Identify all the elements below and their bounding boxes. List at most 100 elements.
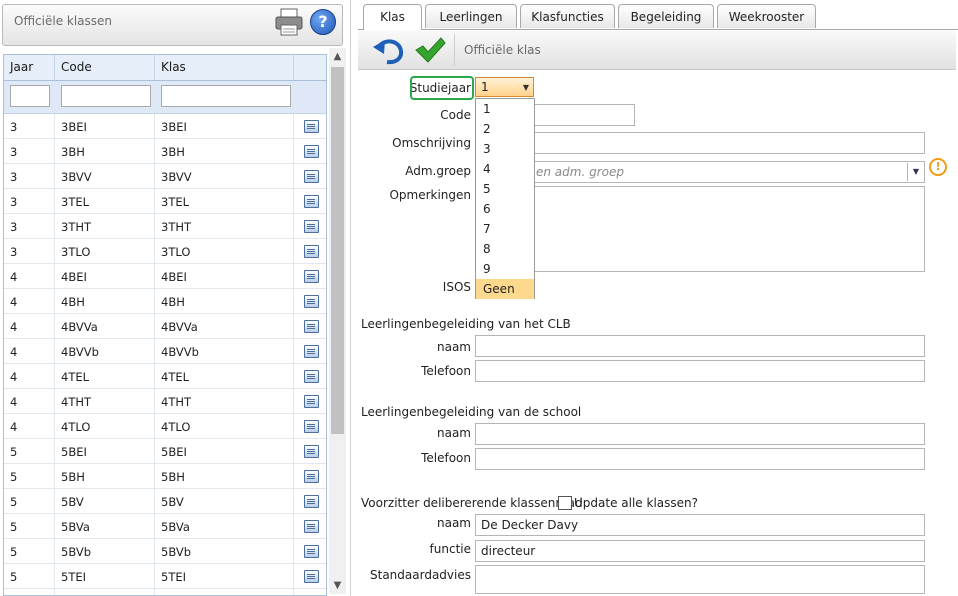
studiejaar-option[interactable]: 1 — [476, 99, 534, 119]
table-row[interactable]: 4 4BH 4BH — [4, 289, 326, 314]
clb-naam-input[interactable] — [475, 335, 925, 357]
scroll-down-icon[interactable]: ▼ — [329, 577, 346, 594]
table-row[interactable]: 3 3BVV 3BVV — [4, 164, 326, 189]
studiejaar-select[interactable]: 1 ▼ — [475, 77, 534, 97]
grid-header: Jaar Code Klas — [4, 55, 326, 81]
edit-icon[interactable] — [304, 545, 319, 558]
cell-code: 5BVb — [55, 539, 155, 563]
omschrijving-input[interactable] — [475, 132, 925, 154]
edit-icon[interactable] — [304, 520, 319, 533]
panel-divider[interactable] — [350, 0, 351, 596]
column-header-jaar[interactable]: Jaar — [4, 55, 55, 80]
table-row[interactable]: 4 4TEL 4TEL — [4, 364, 326, 389]
studiejaar-option[interactable]: 4 — [476, 159, 534, 179]
cell-klas: 5BVa — [155, 514, 294, 538]
scroll-up-icon[interactable]: ▲ — [329, 48, 346, 65]
undo-icon[interactable] — [371, 35, 405, 65]
table-row[interactable]: 5 5BH 5BH — [4, 464, 326, 489]
grid-scrollbar[interactable]: ▲ ▼ — [329, 48, 346, 594]
checkmark-icon[interactable] — [414, 36, 446, 64]
studiejaar-focus-highlight — [410, 76, 474, 100]
edit-icon[interactable] — [304, 170, 319, 183]
filter-jaar-input[interactable] — [10, 85, 50, 107]
edit-icon[interactable] — [304, 345, 319, 358]
school-naam-input[interactable] — [475, 423, 925, 445]
cell-jaar: 4 — [4, 289, 55, 313]
studiejaar-option[interactable]: Geen — [476, 279, 534, 299]
table-row[interactable]: 3 3BEI 3BEI — [4, 114, 326, 139]
edit-icon[interactable] — [304, 470, 319, 483]
edit-icon[interactable] — [304, 320, 319, 333]
edit-icon[interactable] — [304, 370, 319, 383]
table-row[interactable]: 3 3THT 3THT — [4, 214, 326, 239]
table-row[interactable]: 5 5BVb 5BVb — [4, 539, 326, 564]
cell-actions — [294, 389, 326, 413]
edit-icon[interactable] — [304, 120, 319, 133]
table-row[interactable]: 55THT5THT — [4, 589, 326, 595]
update-all-checkbox[interactable] — [558, 496, 572, 510]
table-row[interactable]: 4 4BEI 4BEI — [4, 264, 326, 289]
studiejaar-option[interactable]: 8 — [476, 239, 534, 259]
adm-groep-select[interactable]: en adm. groep — [475, 161, 925, 183]
edit-icon[interactable] — [304, 420, 319, 433]
tab-leerlingen[interactable]: Leerlingen — [425, 4, 517, 28]
edit-icon[interactable] — [304, 145, 319, 158]
isos-label: ISOS — [442, 280, 471, 294]
studiejaar-option[interactable]: 2 — [476, 119, 534, 139]
cell-code: 3BEI — [55, 114, 155, 138]
table-row[interactable]: 3 3TEL 3TEL — [4, 189, 326, 214]
tab-begeleiding[interactable]: Begeleiding — [618, 4, 714, 28]
table-row[interactable]: 5 5TEI 5TEI — [4, 564, 326, 589]
table-row[interactable]: 4 4THT 4THT — [4, 389, 326, 414]
edit-icon[interactable] — [304, 245, 319, 258]
tab-klas[interactable]: Klas — [363, 4, 422, 30]
help-icon[interactable]: ? — [310, 9, 336, 35]
table-row[interactable]: 4 4TLO 4TLO — [4, 414, 326, 439]
standaardadvies-textarea[interactable] — [475, 565, 925, 594]
chevron-down-icon[interactable]: ▼ — [523, 78, 529, 97]
edit-icon[interactable] — [304, 220, 319, 233]
school-telefoon-input[interactable] — [475, 448, 925, 470]
edit-icon[interactable] — [304, 195, 319, 208]
cell-klas: 5TEI — [155, 564, 294, 588]
scroll-thumb[interactable] — [331, 67, 344, 434]
cell-code: 3TLO — [55, 239, 155, 263]
standaardadvies-label: Standaardadvies — [370, 568, 471, 582]
studiejaar-option[interactable]: 6 — [476, 199, 534, 219]
table-row[interactable]: 3 3TLO 3TLO — [4, 239, 326, 264]
edit-icon[interactable] — [304, 395, 319, 408]
edit-icon[interactable] — [304, 495, 319, 508]
tab-weekrooster[interactable]: Weekrooster — [717, 4, 816, 28]
printer-icon[interactable] — [274, 7, 304, 37]
clb-telefoon-input[interactable] — [475, 360, 925, 382]
table-row[interactable]: 3 3BH 3BH — [4, 139, 326, 164]
studiejaar-option[interactable]: 5 — [476, 179, 534, 199]
filter-code-input[interactable] — [61, 85, 151, 107]
cell-klas: 5BEI — [155, 439, 294, 463]
filter-klas-input[interactable] — [161, 85, 291, 107]
chevron-down-icon[interactable]: ▼ — [907, 163, 924, 181]
info-icon[interactable]: ! — [929, 158, 947, 176]
opmerkingen-textarea[interactable] — [475, 186, 925, 272]
tab-klasfuncties[interactable]: Klasfuncties — [520, 4, 615, 28]
column-header-klas[interactable]: Klas — [155, 55, 294, 80]
edit-icon[interactable] — [304, 270, 319, 283]
toolbar-title: Officiële klas — [464, 43, 541, 57]
table-row[interactable]: 5 5BVa 5BVa — [4, 514, 326, 539]
studiejaar-option[interactable]: 3 — [476, 139, 534, 159]
table-row[interactable]: 4 4BVVb 4BVVb — [4, 339, 326, 364]
table-row[interactable]: 5 5BV 5BV — [4, 489, 326, 514]
studiejaar-option[interactable]: 7 — [476, 219, 534, 239]
functie-input[interactable]: directeur — [475, 540, 925, 562]
table-row[interactable]: 5 5BEI 5BEI — [4, 439, 326, 464]
column-header-code[interactable]: Code — [55, 55, 155, 80]
cell-code: 5BVa — [55, 514, 155, 538]
edit-icon[interactable] — [304, 295, 319, 308]
cell-jaar: 5 — [4, 564, 55, 588]
table-row[interactable]: 4 4BVVa 4BVVa — [4, 314, 326, 339]
edit-icon[interactable] — [304, 570, 319, 583]
studiejaar-option[interactable]: 9 — [476, 259, 534, 279]
voorzitter-naam-input[interactable]: De Decker Davy — [475, 514, 925, 536]
edit-icon[interactable] — [304, 445, 319, 458]
cell-klas: 5THT — [155, 589, 294, 595]
